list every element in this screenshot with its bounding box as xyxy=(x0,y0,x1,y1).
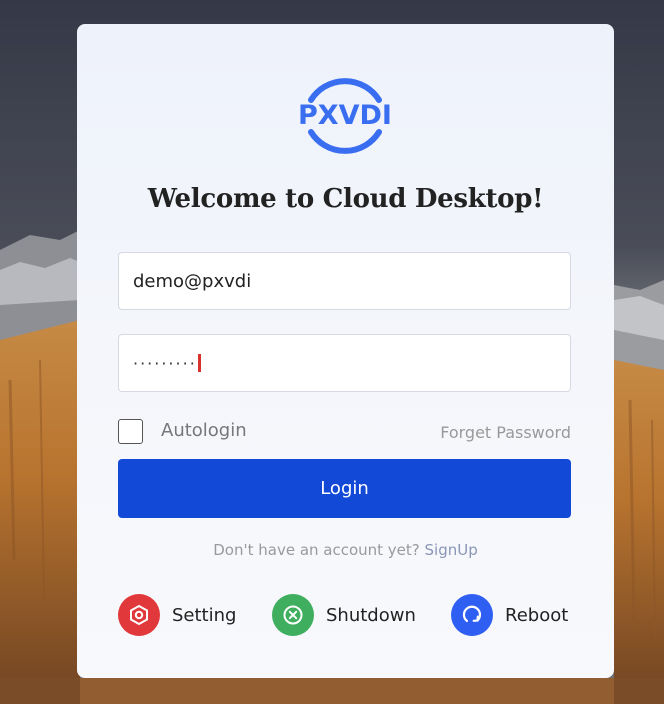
autologin-label[interactable]: Autologin xyxy=(161,420,247,441)
forget-password-link[interactable]: Forget Password xyxy=(440,423,571,442)
pxvdi-logo: PXVDI xyxy=(297,66,393,162)
email-value: demo@pxvdi xyxy=(133,270,252,292)
signup-prompt: Don't have an account yet? SignUp xyxy=(77,541,614,559)
page-title: Welcome to Cloud Desktop! xyxy=(147,184,544,214)
shutdown-icon xyxy=(272,594,314,636)
email-field[interactable]: demo@pxvdi xyxy=(118,252,571,310)
shutdown-label: Shutdown xyxy=(326,604,416,626)
setting-label: Setting xyxy=(172,604,237,626)
reboot-button[interactable]: Reboot xyxy=(451,594,568,636)
autologin-checkbox[interactable] xyxy=(118,419,143,444)
login-card: PXVDI Welcome to Cloud Desktop! demo@pxv… xyxy=(77,24,614,678)
reboot-label: Reboot xyxy=(505,604,569,626)
shutdown-button[interactable]: Shutdown xyxy=(272,594,416,636)
setting-icon xyxy=(118,594,160,636)
signup-prompt-text: Don't have an account yet? xyxy=(213,541,425,559)
text-cursor xyxy=(197,354,201,372)
password-value: ········· xyxy=(133,353,197,373)
signup-link[interactable]: SignUp xyxy=(425,541,478,559)
login-button[interactable]: Login xyxy=(118,459,571,518)
reboot-icon xyxy=(451,594,493,636)
options-row: Autologin Forget Password xyxy=(118,418,571,446)
power-actions: Setting Shutdown Reboot xyxy=(118,594,578,636)
password-field[interactable]: ········· xyxy=(118,334,571,392)
setting-button[interactable]: Setting xyxy=(118,594,236,636)
logo-text: PXVDI xyxy=(298,100,392,131)
